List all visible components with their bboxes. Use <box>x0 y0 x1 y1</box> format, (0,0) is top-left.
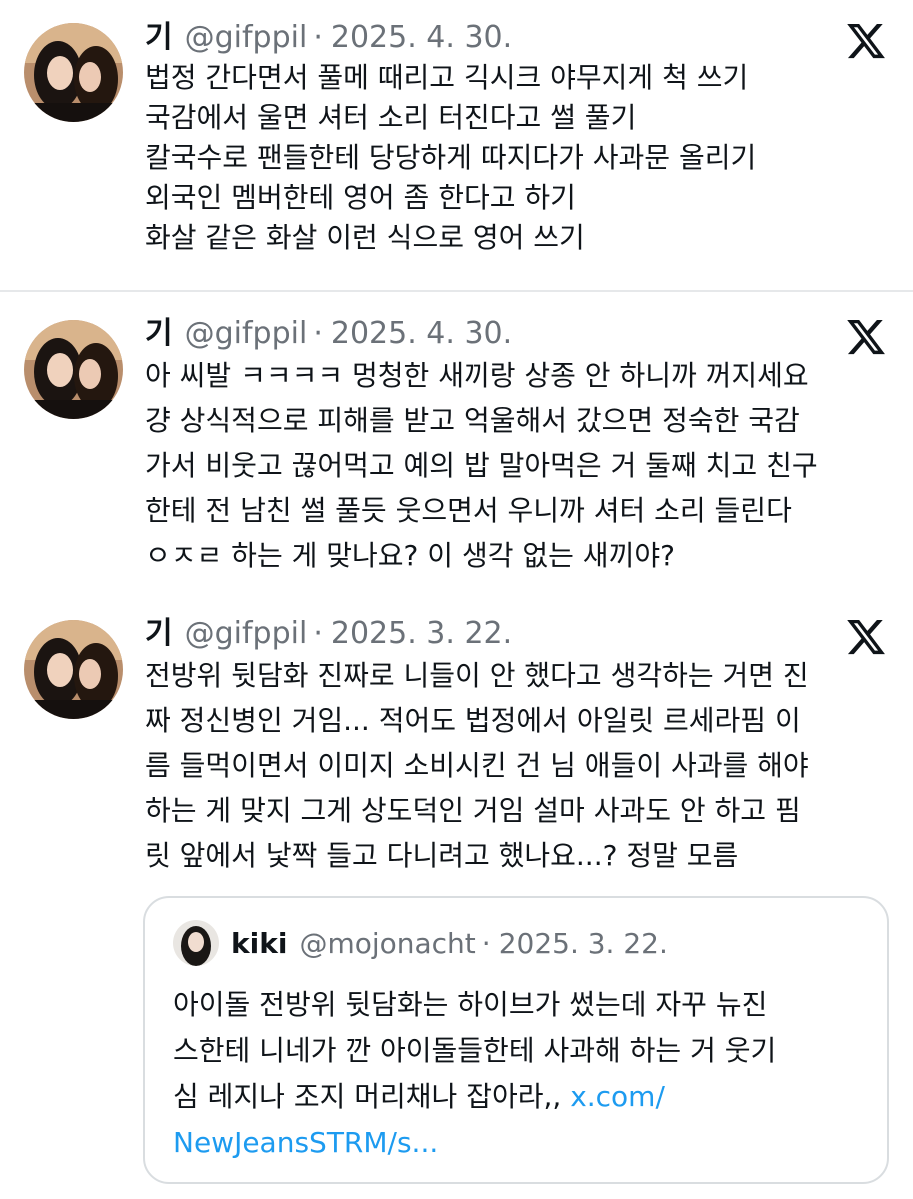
quote-link-part2[interactable]: NewJeansSTRM/s... <box>173 1120 873 1166</box>
avatar[interactable] <box>24 620 123 719</box>
tweet-line: 법정 간다면서 풀메 때리고 긱시크 야무지게 척 쓰기 <box>145 61 749 94</box>
tweet-line: 가서 비웃고 끊어먹고 예의 밥 말아먹은 거 둘째 치고 친구 <box>145 449 818 482</box>
avatar-photo-icon <box>24 320 123 419</box>
post-date[interactable]: 2025. 3. 22. <box>331 614 512 654</box>
tweet-line: 하는 게 맞지 그게 상도덕인 거임 설마 사과도 안 하고 핌 <box>145 794 801 827</box>
quote-line-text: 심 레지나 조지 머리채나 잡아라,, <box>173 1080 571 1113</box>
display-name[interactable]: 기 <box>145 18 173 58</box>
quote-display-name[interactable]: kiki <box>231 924 287 964</box>
tweet-line: 화살 같은 화살 이런 식으로 영어 쓰기 <box>145 221 585 254</box>
avatar-photo-icon <box>24 23 123 122</box>
tweet-line: 외국인 멤버한테 영어 좀 한다고 하기 <box>145 181 576 214</box>
post-date[interactable]: 2025. 4. 30. <box>331 314 512 354</box>
user-handle[interactable]: @gifppil <box>185 614 308 654</box>
tweet-text: 아 씨발 ㅋㅋㅋㅋ 멍청한 새끼랑 상종 안 하니까 꺼지세요 걍 상식적으로 … <box>145 353 890 578</box>
tweet-line: 아 씨발 ㅋㅋㅋㅋ 멍청한 새끼랑 상종 안 하니까 꺼지세요 <box>145 359 809 392</box>
quoted-tweet[interactable]: kiki @mojonacht · 2025. 3. 22. 아이돌 전방위 뒷… <box>143 896 889 1184</box>
divider <box>0 290 913 292</box>
x-logo-icon[interactable] <box>845 316 887 358</box>
post-date[interactable]: 2025. 4. 30. <box>331 18 512 58</box>
separator-dot: · <box>481 927 491 960</box>
quote-user-handle[interactable]: @mojonacht <box>299 924 475 964</box>
tweet-line: 한테 전 남친 썰 풀듯 웃으면서 우니까 셔터 소리 들린다 <box>145 494 792 527</box>
separator-dot: · <box>313 20 323 55</box>
tweet-line: 국감에서 울면 셔터 소리 터진다고 썰 풀기 <box>145 101 637 134</box>
quote-line: 심 레지나 조지 머리채나 잡아라,, x.com/ <box>173 1074 873 1120</box>
quote-post-date[interactable]: 2025. 3. 22. <box>499 924 668 964</box>
tweet-text: 전방위 뒷담화 진짜로 니들이 안 했다고 생각하는 거면 진 짜 정신병인 거… <box>145 653 890 878</box>
quote-line: 아이돌 전방위 뒷담화는 하이브가 썼는데 자꾸 뉴진 <box>173 988 768 1021</box>
user-handle[interactable]: @gifppil <box>185 314 308 354</box>
tweet-line: 칼국수로 팬들한테 당당하게 따지다가 사과문 올리기 <box>145 141 757 174</box>
x-logo-icon[interactable] <box>845 20 887 62</box>
separator-dot: · <box>313 316 323 351</box>
quote-avatar[interactable] <box>173 920 219 966</box>
avatar-photo-icon <box>173 920 219 966</box>
tweet-line: 짜 정신병인 거임... 적어도 법정에서 아일릿 르세라핌 이 <box>145 704 801 737</box>
tweet-line: 전방위 뒷담화 진짜로 니들이 안 했다고 생각하는 거면 진 <box>145 659 809 692</box>
avatar-photo-icon <box>24 620 123 719</box>
quote-line: 스한테 니네가 깐 아이돌들한테 사과해 하는 거 웃기 <box>173 1034 777 1067</box>
tweet-line: 릿 앞에서 낯짝 들고 다니려고 했나요...? 정말 모름 <box>145 839 739 872</box>
tweet-text: 법정 간다면서 풀메 때리고 긱시크 야무지게 척 쓰기 국감에서 울면 셔터 … <box>145 58 890 258</box>
tweet-line: 걍 상식적으로 피해를 받고 억울해서 갔으면 정숙한 국감 <box>145 404 800 437</box>
avatar[interactable] <box>24 320 123 419</box>
x-logo-icon[interactable] <box>845 616 887 658</box>
user-handle[interactable]: @gifppil <box>185 18 308 58</box>
avatar[interactable] <box>24 23 123 122</box>
separator-dot: · <box>313 616 323 651</box>
display-name[interactable]: 기 <box>145 614 173 654</box>
tweet-line: 름 들먹이면서 이미지 소비시킨 건 님 애들이 사과를 해야 <box>145 749 809 782</box>
quote-link-part1[interactable]: x.com/ <box>570 1080 665 1113</box>
quote-text: 아이돌 전방위 뒷담화는 하이브가 썼는데 자꾸 뉴진 스한테 니네가 깐 아이… <box>173 982 873 1166</box>
tweet-line: ㅇㅈㄹ 하는 게 맞나요? 이 생각 없는 새끼야? <box>145 539 675 572</box>
display-name[interactable]: 기 <box>145 314 173 354</box>
